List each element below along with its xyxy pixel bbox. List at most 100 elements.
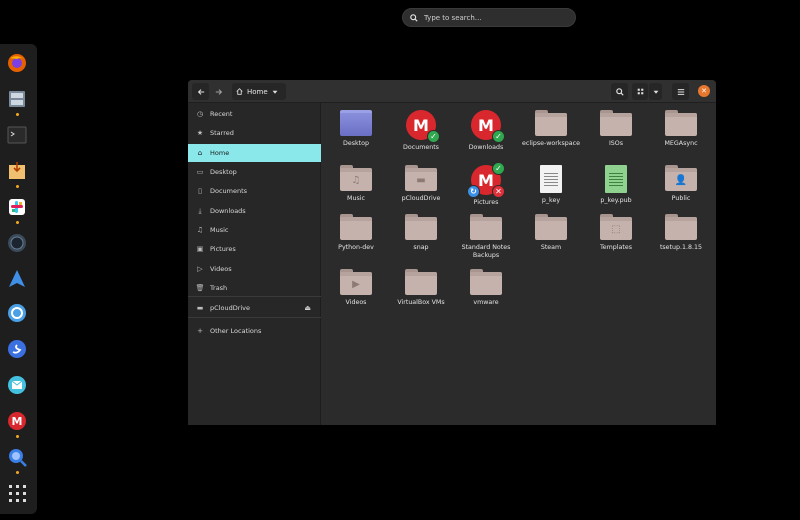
running-indicator [16,471,19,474]
file-item[interactable]: M ✓ Documents [389,110,453,152]
sidebar-item-documents[interactable]: ▯ Documents [188,182,321,200]
sidebar-item-trash[interactable]: 🗑 Trash [188,279,321,297]
menu-button[interactable] [672,83,689,100]
sidebar-item-label: Starred [210,129,234,137]
sidebar-item-music[interactable]: ♫ Music [188,221,321,239]
file-item[interactable]: M ✓ Downloads [454,110,518,152]
desktop-icon: ▭ [196,168,204,176]
dock-app-camera[interactable] [6,232,28,254]
dock-app-firefox[interactable] [6,52,28,74]
music-icon: ♫ [196,226,204,234]
sidebar-item-starred[interactable]: ★ Starred [188,124,321,142]
file-item[interactable]: ⬚ Templates [584,214,648,252]
sidebar-item-downloads[interactable]: ⤓ Downloads [188,202,321,220]
activities-search[interactable]: Type to search… [402,8,576,27]
firefox-icon [8,54,26,72]
synced-check-icon: ✓ [492,162,505,175]
camera-icon [8,234,26,252]
file-item[interactable]: M ✓ ↻ ✕ Pictures [454,162,518,207]
file-item[interactable]: p_key.pub [584,165,648,205]
slack-icon [9,199,25,215]
sidebar-item-videos[interactable]: ▷ Videos [188,260,321,278]
file-item[interactable]: VirtualBox VMs [389,269,453,307]
drive-icon: ▬ [196,304,204,312]
file-label: snap [413,244,429,251]
file-label: Downloads [468,144,504,151]
file-item[interactable]: 👤 Public [649,165,713,203]
folder-icon: ⬚ [600,214,632,240]
chevron-down-icon [272,90,278,94]
view-options-button[interactable] [649,83,662,100]
sidebar-item-pictures[interactable]: ▣ Pictures [188,240,321,258]
synced-check-icon: ✓ [427,130,440,143]
dock-app-files[interactable] [6,88,28,110]
dock-app-simplenote[interactable] [6,338,28,360]
close-button[interactable]: ✕ [698,85,710,97]
app-grid-icon [9,485,26,502]
dock-app-installer[interactable] [6,160,28,182]
file-label: VirtualBox VMs [397,299,445,306]
sidebar-item-label: Home [210,149,230,157]
back-button[interactable] [192,83,209,100]
file-item[interactable]: eclipse-workspace [519,110,583,148]
file-label: MEGAsync [664,140,698,147]
folder-icon [470,214,502,240]
folder-icon [405,269,437,295]
search-icon [410,13,418,22]
file-item[interactable]: p_key [519,165,583,205]
sidebar-item-recent[interactable]: ◷ Recent [188,105,321,123]
forward-button[interactable] [210,83,227,100]
dock-app-slack[interactable] [6,196,28,218]
file-item[interactable]: snap [389,214,453,252]
file-label: p_key.pub [600,197,632,204]
file-item[interactable]: ▬ pCloudDrive [389,165,453,203]
sidebar-item-label: Desktop [210,168,237,176]
file-manager-window: Home ✕ ◷ Recent ★ Starred ⌂ Home ▭ Desktop ▯ Docu… [188,80,716,425]
dock-app-app-grid[interactable] [6,482,28,504]
file-item[interactable]: vmware [454,269,518,307]
installer-icon [9,162,25,179]
file-item[interactable]: tsetup.1.8.15 [649,214,713,252]
folder-icon [535,110,567,136]
sidebar-item-desktop[interactable]: ▭ Desktop [188,163,321,181]
folder-icon: ▶ [340,269,372,295]
file-item[interactable]: Steam [519,214,583,252]
trash-icon: 🗑 [195,284,205,292]
file-item[interactable]: ♫ Music [324,165,388,203]
sidebar-item-pclouddrive[interactable]: ▬ pCloudDrive ⏏ [188,299,321,317]
chevron-down-icon [653,90,658,94]
arrow-right-icon [215,88,222,95]
settings-icon [8,304,26,322]
dock-app-mail[interactable] [6,374,28,396]
synced-check-icon: ✓ [492,130,505,143]
sidebar-item-home[interactable]: ⌂ Home [188,144,321,162]
file-label: Steam [540,244,562,251]
dock-app-settings[interactable] [6,302,28,324]
sidebar-item-label: Documents [210,187,248,195]
video-icon: ▷ [197,265,203,273]
terminal-icon [7,126,27,144]
folder-icon [535,214,567,240]
dock-app-mega[interactable]: M [6,410,28,432]
file-item[interactable]: ▶ Videos [324,269,388,307]
sidebar-item-other-locations[interactable]: + Other Locations [188,322,321,340]
file-item[interactable]: MEGAsync [649,110,713,148]
eject-icon[interactable]: ⏏ [304,304,311,312]
file-item[interactable]: Desktop [324,110,388,148]
dock-app-search-tool[interactable] [6,446,28,468]
svg-text:M: M [12,415,23,428]
sidebar-item-label: Recent [210,110,233,118]
file-item[interactable]: Standard Notes Backups [454,214,518,260]
file-item[interactable]: ISOs [584,110,648,148]
hamburger-icon [677,88,684,95]
search-placeholder: Type to search… [424,13,482,22]
file-item[interactable]: Python-dev [324,214,388,252]
sidebar-separator [188,317,321,318]
dock-app-terminal[interactable] [6,124,28,146]
sidebar-separator [188,296,321,297]
path-bar-home[interactable]: Home [232,83,286,100]
view-toggle-button[interactable] [632,83,648,100]
search-button[interactable] [611,83,628,100]
dock-app-send[interactable] [6,268,28,290]
search-icon [615,87,624,96]
